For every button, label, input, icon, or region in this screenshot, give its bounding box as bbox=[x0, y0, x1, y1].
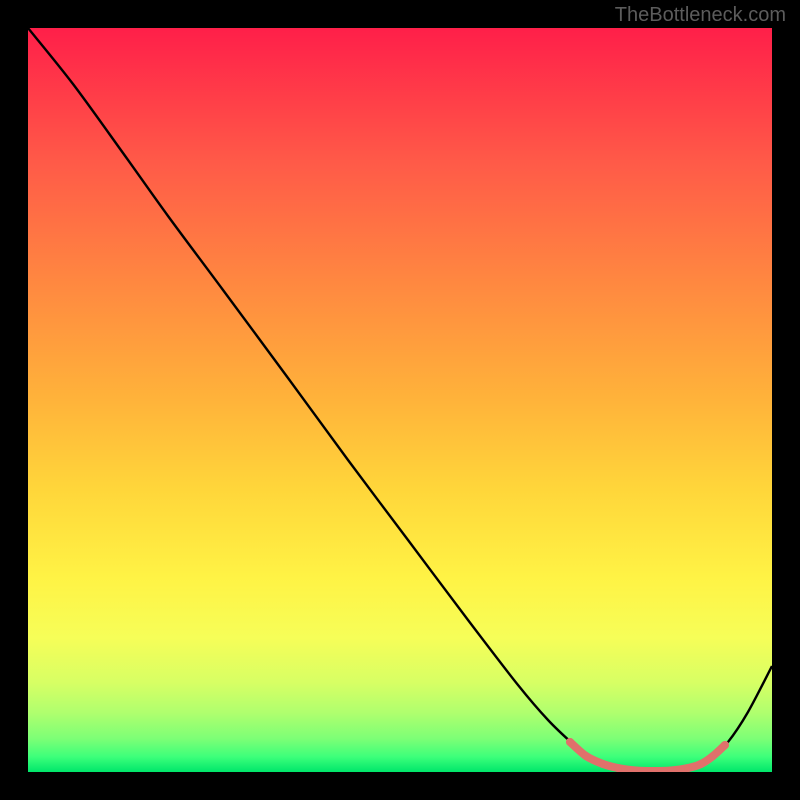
highlight-dot bbox=[684, 764, 692, 772]
series-main-curve bbox=[28, 28, 772, 771]
highlight-dot bbox=[721, 741, 729, 749]
plot-area bbox=[28, 28, 772, 772]
watermark-text: TheBottleneck.com bbox=[615, 4, 786, 27]
highlight-dot bbox=[709, 752, 717, 760]
highlight-dot bbox=[566, 738, 574, 746]
highlight-dot bbox=[599, 760, 607, 768]
highlight-dot bbox=[697, 760, 705, 768]
highlight-dot bbox=[614, 764, 622, 772]
chart-container: TheBottleneck.com bbox=[0, 0, 800, 800]
highlight-dot bbox=[582, 752, 590, 760]
curve-layer bbox=[28, 28, 772, 772]
